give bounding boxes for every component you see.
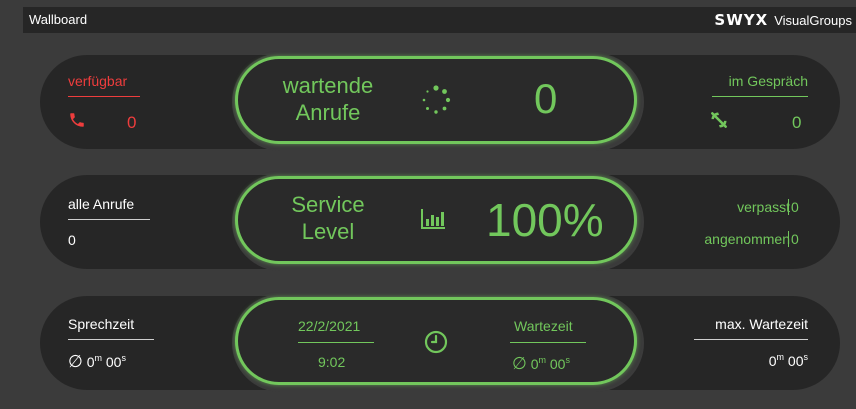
headset-icon [709, 110, 729, 135]
time-value: 9:02 [318, 354, 346, 370]
service-level-pill: Service Level 100% [232, 173, 644, 271]
missed-value: 0 [788, 199, 799, 215]
seconds-unit: s [565, 355, 570, 365]
talk-time-divider [68, 339, 154, 340]
service-level-label: Service Level [278, 191, 378, 245]
spinner-icon [421, 85, 451, 120]
wait-time-label: Wartezeit [514, 318, 573, 334]
date-value: 22/2/2021 [298, 318, 361, 334]
waiting-calls-pill: wartende Anrufe 0 [232, 53, 644, 151]
all-calls-value: 0 [68, 232, 76, 248]
swyx-logo: SWYX [714, 11, 769, 29]
missed-label: verpasst [737, 199, 790, 215]
max-wait-minutes: 0 [768, 353, 777, 369]
phone-icon [68, 111, 86, 134]
datetime-wait-pill: 22/2/2021 9:02 Wartezeit ∅ 0m 00s [232, 294, 644, 392]
available-divider [68, 96, 140, 97]
date-divider [298, 342, 374, 343]
waiting-calls-label: wartende Anrufe [278, 72, 378, 126]
minutes-unit: m [538, 355, 547, 365]
max-wait-label: max. Wartezeit [715, 316, 808, 332]
service-level-label-line1: Service [291, 192, 365, 217]
accepted-value: 0 [788, 231, 799, 247]
talk-time-seconds: 00 [105, 354, 122, 370]
in-call-divider [712, 96, 808, 97]
wait-time-seconds: 00 [549, 356, 566, 372]
waiting-calls-label-line2: Anrufe [295, 100, 361, 125]
datetime-wait-frame: 22/2/2021 9:02 Wartezeit ∅ 0m 00s [235, 297, 637, 385]
service-level-frame: Service Level 100% [235, 176, 637, 264]
all-calls-label: alle Anrufe [68, 196, 135, 212]
available-value: 0 [127, 113, 137, 132]
accepted-label: angenommen [704, 231, 790, 247]
waiting-calls-label-line1: wartende [282, 73, 374, 98]
max-wait-divider [694, 339, 808, 340]
service-level-value: 100% [486, 194, 604, 246]
all-calls-divider [68, 219, 150, 220]
bar-chart-icon [421, 209, 445, 234]
in-call-label: im Gespräch [728, 73, 808, 89]
wait-time-divider [510, 342, 586, 343]
app-title: Wallboard [29, 12, 88, 27]
waiting-calls-frame: wartende Anrufe 0 [235, 56, 637, 144]
row-waiting: verfügbar 0 wartende Anrufe 0 im Gespräc… [40, 53, 840, 151]
max-wait-seconds: 00 [787, 353, 804, 369]
average-symbol: ∅ [68, 352, 83, 371]
row-times: Sprechzeit ∅ 0m 00s 22/2/2021 9:02 Warte… [40, 294, 840, 392]
top-bar: Wallboard SWYX VisualGroups [23, 7, 856, 33]
waiting-calls-value: 0 [534, 75, 558, 122]
service-level-label-line2: Level [301, 219, 355, 244]
wait-time-value: ∅ 0m 00s [512, 354, 570, 374]
in-call-value: 0 [792, 113, 802, 132]
wait-time-minutes: 0 [530, 356, 539, 372]
available-label: verfügbar [68, 73, 128, 89]
seconds-unit: s [803, 352, 809, 362]
max-wait-value: 0m 00s [769, 352, 808, 369]
minutes-unit: m [94, 353, 103, 363]
talk-time-minutes: 0 [86, 354, 95, 370]
brand: SWYX VisualGroups [714, 9, 856, 31]
product-name: VisualGroups [774, 12, 852, 28]
minutes-unit: m [776, 352, 785, 362]
talk-time-value: ∅ 0m 00s [68, 352, 126, 372]
clock-icon [424, 330, 448, 359]
average-symbol: ∅ [512, 354, 527, 373]
row-service-level: alle Anrufe 0 Service Level 100% verpass… [40, 173, 840, 271]
seconds-unit: s [121, 353, 126, 363]
talk-time-label: Sprechzeit [68, 316, 135, 332]
